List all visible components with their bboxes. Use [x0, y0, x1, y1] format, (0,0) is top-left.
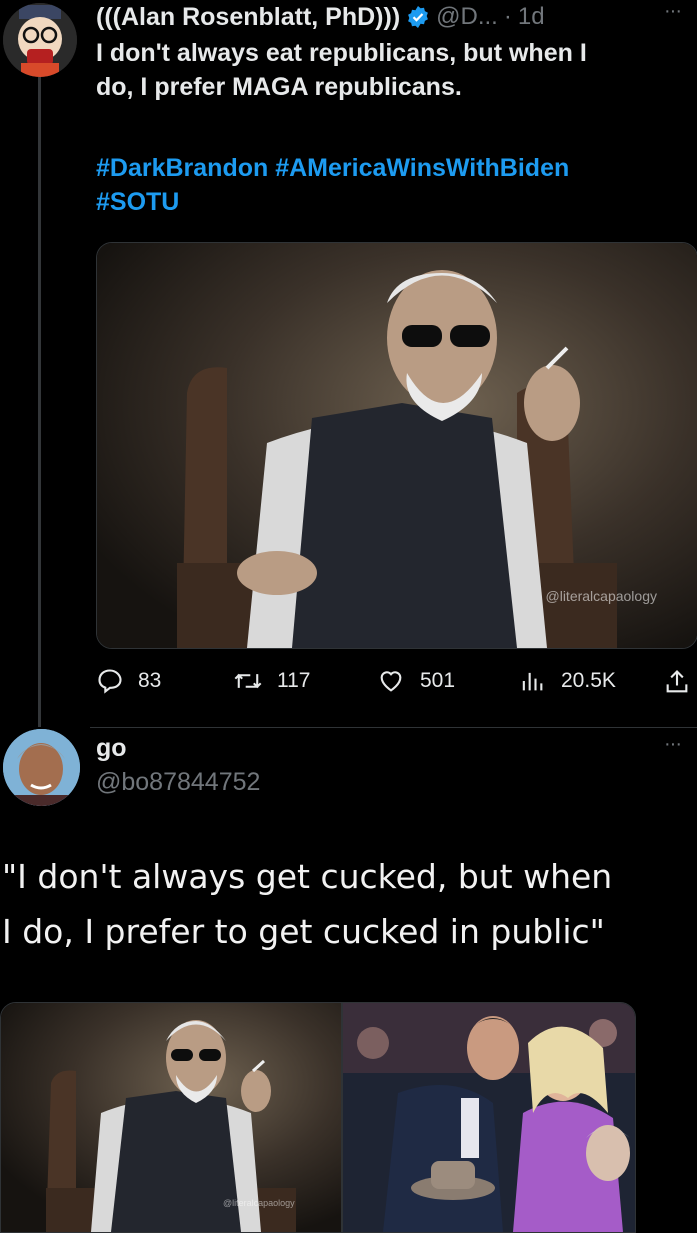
views-button[interactable]: 20.5K: [517, 667, 616, 695]
like-button[interactable]: 501: [376, 667, 455, 695]
like-count: 501: [420, 669, 456, 692]
image-watermark: @literalcapaology: [545, 588, 658, 604]
author-handle[interactable]: @D...: [436, 3, 498, 31]
retweet-count: 117: [277, 669, 311, 692]
tweet-time[interactable]: 1d: [518, 3, 545, 31]
share-icon[interactable]: [663, 668, 691, 696]
reply-author-avatar[interactable]: [3, 729, 80, 806]
reply-image-right[interactable]: [342, 1002, 636, 1233]
views-count: 20.5K: [561, 669, 616, 692]
more-options-icon[interactable]: ···: [664, 0, 682, 23]
reply-author-name[interactable]: go: [96, 734, 127, 763]
hashtag-line[interactable]: #SOTU: [96, 185, 696, 219]
retweet-button[interactable]: 117: [233, 667, 310, 695]
tweet-divider: [90, 727, 697, 728]
reply-more-options-icon[interactable]: ···: [664, 733, 682, 756]
tweet-text: I don't always eat republicans, but when…: [96, 36, 696, 104]
views-chart-icon: [517, 667, 547, 695]
reply-count: 83: [138, 669, 162, 692]
reply-author-handle[interactable]: @bo87844752: [96, 768, 260, 797]
reply-text: "I don't always get cucked, but when I d…: [2, 849, 697, 959]
heart-icon: [376, 667, 406, 695]
reply-text-line: "I don't always get cucked, but when: [2, 857, 613, 896]
retweet-icon: [233, 667, 263, 695]
separator-dot: ·: [503, 3, 512, 30]
tweet-image[interactable]: @literalcapaology: [96, 242, 697, 649]
reply-button[interactable]: 83: [96, 667, 161, 695]
hashtags: #DarkBrandon #AMericaWinsWithBiden #SOTU: [96, 151, 696, 219]
reply-image-left[interactable]: @literalcapaology: [0, 1002, 342, 1233]
tweet-header: (((Alan Rosenblatt, PhD))) @D... · 1d: [96, 0, 545, 34]
author-name[interactable]: (((Alan Rosenblatt, PhD))): [96, 3, 400, 32]
reply-icon: [96, 667, 124, 695]
reply-text-line: I do, I prefer to get cucked in public": [2, 912, 605, 951]
hashtag-line[interactable]: #DarkBrandon #AMericaWinsWithBiden: [96, 151, 696, 185]
thread-line: [38, 62, 41, 727]
author-avatar[interactable]: [3, 3, 77, 77]
reply-image-watermark: @literalcapaology: [223, 1198, 295, 1208]
tweet-text-line: do, I prefer MAGA republicans.: [96, 73, 462, 101]
verified-badge-icon: [406, 5, 430, 29]
tweet-text-line: I don't always eat republicans, but when…: [96, 39, 587, 67]
